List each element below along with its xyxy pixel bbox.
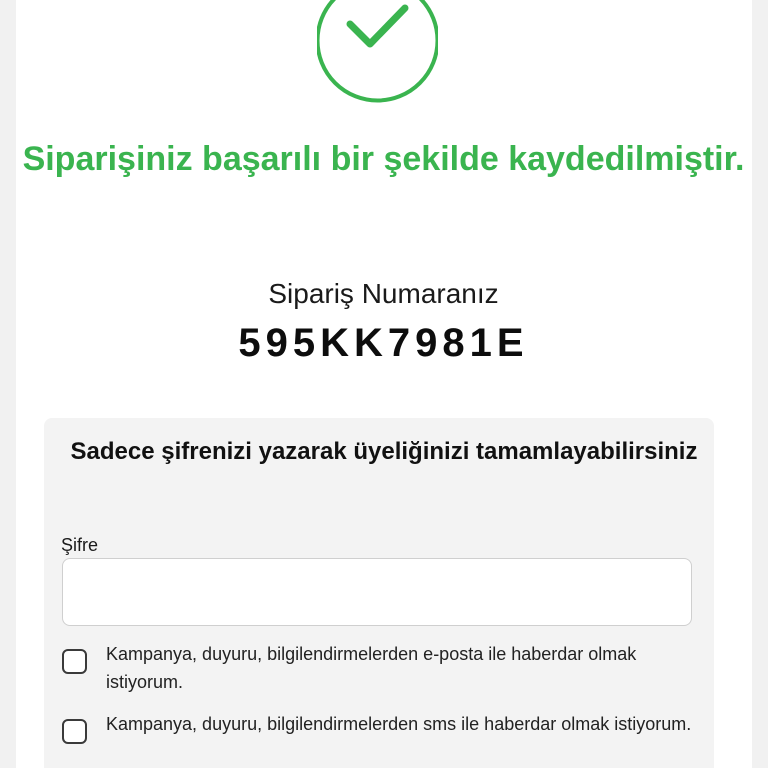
order-confirmation-page: Siparişiniz başarılı bir şekilde kaydedi… — [0, 0, 768, 768]
password-label: Şifre — [61, 535, 99, 555]
email-consent-checkbox[interactable] — [62, 649, 87, 674]
success-title: Siparişiniz başarılı bir şekilde kaydedi… — [22, 140, 745, 178]
membership-heading: Sadece şifrenizi yazarak üyeliğinizi tam… — [70, 438, 698, 465]
email-consent-label: Kampanya, duyuru, bilgilendirmelerden e-… — [106, 644, 637, 692]
sms-consent-checkbox[interactable] — [62, 719, 87, 744]
sms-consent-label: Kampanya, duyuru, bilgilendirmelerden sm… — [106, 714, 692, 734]
order-number: 595KK7981E — [238, 321, 529, 365]
password-input[interactable] — [62, 558, 692, 626]
order-number-label: Sipariş Numaranız — [268, 278, 499, 309]
check-circle-icon — [317, 0, 438, 103]
